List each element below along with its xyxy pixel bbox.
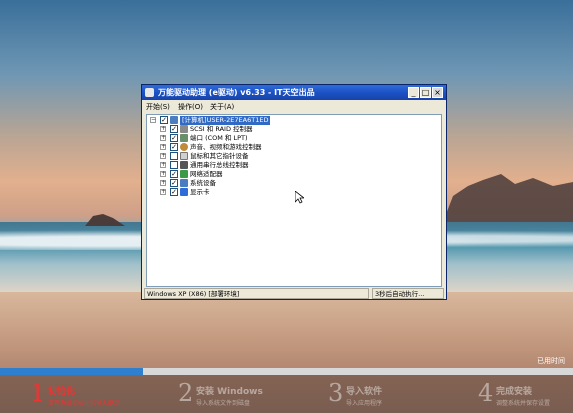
minimize-button[interactable]: _ bbox=[408, 87, 419, 98]
item-checkbox[interactable] bbox=[170, 152, 178, 160]
expand-toggle[interactable]: + bbox=[160, 162, 166, 168]
tree-item-label: 系统设备 bbox=[190, 179, 216, 187]
step-number: 2 bbox=[178, 379, 194, 407]
window-titlebar[interactable]: 万能驱动助理 (e驱动) v6.33 - IT天空出品 _ □ × bbox=[142, 85, 446, 100]
window-title: 万能驱动助理 (e驱动) v6.33 - IT天空出品 bbox=[158, 88, 315, 97]
step-subtitle: 正在系统初始化和导入驱动 bbox=[48, 400, 121, 407]
item-checkbox[interactable]: ✓ bbox=[170, 125, 178, 133]
port-icon bbox=[180, 134, 188, 142]
usb-icon bbox=[180, 161, 188, 169]
expand-toggle[interactable]: + bbox=[160, 144, 166, 150]
mouse-icon bbox=[180, 152, 188, 160]
menu-operate[interactable]: 操作(O) bbox=[178, 102, 203, 112]
beach-sand bbox=[0, 292, 573, 372]
elapsed-time-label: 已用时间 bbox=[537, 357, 565, 365]
step-number: 4 bbox=[478, 379, 494, 407]
status-os: Windows XP (X86) [部署环境] bbox=[144, 288, 369, 299]
system-icon bbox=[180, 179, 188, 187]
tree-item-label: 鼠标和其它指针设备 bbox=[190, 152, 249, 160]
item-checkbox[interactable]: ✓ bbox=[170, 188, 178, 196]
maximize-button[interactable]: □ bbox=[420, 87, 431, 98]
rock-silhouette bbox=[85, 214, 125, 226]
tree-item-label: 显示卡 bbox=[190, 188, 210, 196]
driver-assistant-window: 万能驱动助理 (e驱动) v6.33 - IT天空出品 _ □ × 开始(S) … bbox=[141, 84, 447, 300]
device-tree: − ✓ [计算机]USER-2E7EA6T1ED + ✓ SCSI 和 RAID… bbox=[146, 114, 442, 287]
status-bar: Windows XP (X86) [部署环境] 3秒后自动执行... bbox=[142, 288, 446, 299]
progress-bar bbox=[0, 368, 573, 375]
expand-toggle[interactable]: + bbox=[160, 171, 166, 177]
mouse-cursor-icon bbox=[295, 191, 304, 204]
status-countdown: 3秒后自动执行... bbox=[372, 288, 444, 299]
item-checkbox[interactable] bbox=[170, 161, 178, 169]
root-checkbox[interactable]: ✓ bbox=[160, 116, 168, 124]
network-icon bbox=[180, 170, 188, 178]
expand-toggle[interactable]: + bbox=[160, 153, 166, 159]
expand-toggle[interactable]: + bbox=[160, 135, 166, 141]
step-title: 安装 Windows bbox=[196, 387, 263, 397]
tree-item-label: 声音、视频和游戏控制器 bbox=[190, 143, 262, 151]
mountain-silhouette bbox=[443, 174, 573, 222]
step-subtitle: 导入系统文件到磁盘 bbox=[196, 400, 251, 407]
menu-about[interactable]: 关于(A) bbox=[210, 102, 234, 112]
collapse-toggle[interactable]: − bbox=[150, 117, 156, 123]
progress-fill bbox=[0, 368, 144, 375]
step-number: 3 bbox=[328, 379, 344, 407]
step-number: 1 bbox=[30, 379, 46, 407]
close-button[interactable]: × bbox=[432, 87, 443, 98]
menu-bar: 开始(S) 操作(O) 关于(A) bbox=[142, 101, 446, 113]
tree-item-label: SCSI 和 RAID 控制器 bbox=[190, 125, 253, 133]
item-checkbox[interactable]: ✓ bbox=[170, 143, 178, 151]
scsi-icon bbox=[180, 125, 188, 133]
expand-toggle[interactable]: + bbox=[160, 126, 166, 132]
computer-icon bbox=[170, 116, 178, 124]
item-checkbox[interactable]: ✓ bbox=[170, 134, 178, 142]
expand-toggle[interactable]: + bbox=[160, 180, 166, 186]
tree-item-label: 端口 (COM 和 LPT) bbox=[190, 134, 248, 142]
app-icon bbox=[145, 88, 154, 97]
item-checkbox[interactable]: ✓ bbox=[170, 170, 178, 178]
step-subtitle: 调整系统并保存设置 bbox=[496, 400, 551, 407]
tree-item-label: 网络适配器 bbox=[190, 170, 223, 178]
step-title: 导入软件 bbox=[346, 387, 383, 397]
step-title: 完成安装 bbox=[496, 387, 533, 397]
tree-item-label: 通用串行总线控制器 bbox=[190, 161, 249, 169]
display-icon bbox=[180, 188, 188, 196]
step-subtitle: 导入应用程序 bbox=[346, 400, 383, 407]
sound-icon bbox=[180, 143, 188, 151]
item-checkbox[interactable]: ✓ bbox=[170, 179, 178, 187]
menu-start[interactable]: 开始(S) bbox=[146, 102, 170, 112]
step-title: 初始化 bbox=[48, 387, 76, 397]
expand-toggle[interactable]: + bbox=[160, 189, 166, 195]
tree-root-label: [计算机]USER-2E7EA6T1ED bbox=[180, 116, 271, 125]
